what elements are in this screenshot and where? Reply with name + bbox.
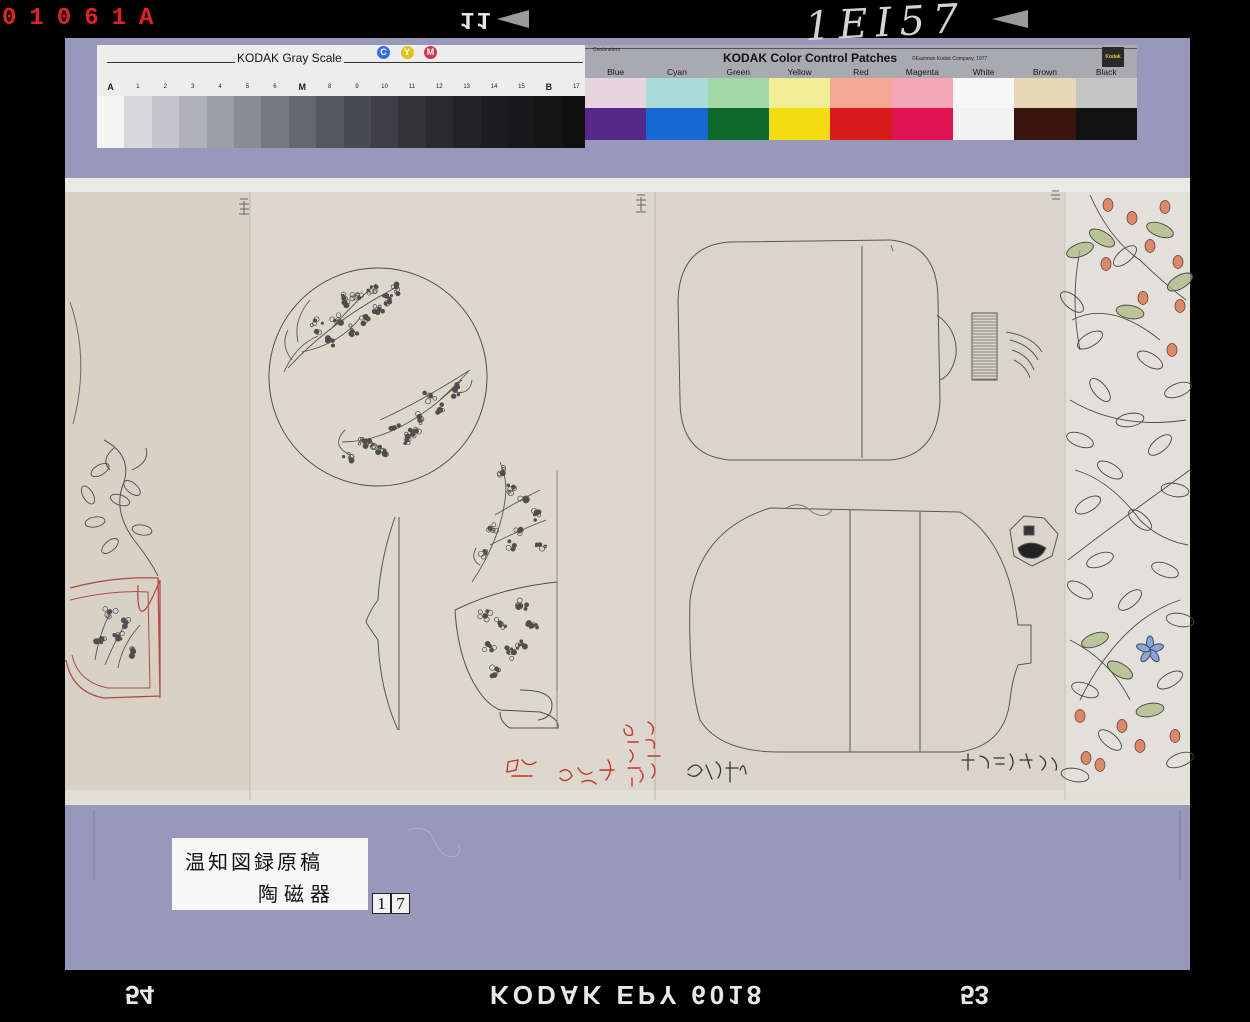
color-tint-white — [952, 78, 1015, 108]
manuscript-paper — [65, 178, 1190, 805]
gray-step-17 — [562, 96, 585, 148]
cym-m-marker: M — [424, 46, 437, 59]
color-solid-blue — [585, 108, 647, 140]
color-tint-black — [1075, 78, 1137, 108]
gray-scale-title: KODAK Gray Scale — [235, 51, 344, 65]
gray-step-8 — [316, 96, 344, 148]
kodak-gray-scale: KODAK Gray Scale CYM A 1 2 3 4 5 6 M 8 9 10 11 12 13 1… — [97, 45, 585, 148]
color-solid-cyan — [646, 108, 708, 140]
color-label-magenta: Magenta — [905, 67, 939, 77]
gray-step-14 — [480, 96, 509, 148]
catalog-category: 陶磁器 — [258, 882, 336, 906]
gray-step-label: 15 — [518, 84, 525, 90]
gray-step-5 — [234, 96, 262, 148]
color-label-black: Black — [1095, 67, 1117, 77]
catalog-title: 温知図録原稿 — [185, 850, 323, 874]
gray-step-m — [288, 96, 317, 148]
gray-step-label: 9 — [355, 84, 359, 90]
film-type-label: KODAK EPY 6018 — [490, 980, 766, 1010]
color-tint-brown — [1014, 78, 1076, 108]
gray-step-label: 6 — [273, 84, 277, 90]
color-label-brown: Brown — [1032, 67, 1057, 77]
catalog-label-card: 温知図録原稿 陶磁器 — [172, 838, 368, 910]
color-solid-black — [1075, 108, 1137, 140]
gray-step-13 — [453, 96, 481, 148]
color-tint-blue — [585, 78, 647, 108]
color-tint-yellow — [768, 78, 831, 108]
gray-step-label: 10 — [381, 84, 388, 90]
plate-number-digit-2: 7 — [391, 893, 410, 914]
handwritten-film-label: 1EI57 — [803, 0, 968, 51]
gray-step-label: 5 — [245, 84, 250, 90]
gray-step-label: 11 — [408, 84, 415, 90]
color-solid-white — [952, 108, 1015, 140]
gray-step-label: 17 — [572, 84, 580, 90]
color-tint-red — [830, 78, 892, 108]
gray-scale-steps — [97, 96, 585, 148]
color-solid-magenta — [891, 108, 953, 140]
gray-step-12 — [425, 96, 454, 148]
gray-step-2 — [151, 96, 180, 148]
color-patch-columns: Blue Cyan Green Yellow Red Magenta White Brown B… — [585, 45, 1137, 140]
gray-step-label: 1 — [136, 84, 140, 90]
color-label-blue: Blue — [607, 67, 625, 77]
cym-y-marker: Y — [400, 46, 414, 59]
gray-step-9 — [343, 96, 372, 148]
gray-step-label: 3 — [191, 84, 195, 90]
color-tint-magenta — [891, 78, 953, 108]
cym-c-marker: C — [377, 46, 390, 59]
gray-step-6 — [261, 96, 289, 148]
frame-arrow-icon-right — [992, 10, 1028, 28]
color-tint-green — [707, 78, 769, 108]
paper-panel-right — [655, 178, 1065, 805]
color-label-yellow: Yellow — [787, 67, 812, 77]
color-solid-green — [707, 108, 769, 140]
gray-step-10 — [371, 96, 399, 148]
film-edge-code: 01061A — [2, 5, 167, 32]
film-frame-54: 54 — [125, 980, 154, 1010]
gray-step-a — [97, 96, 125, 148]
gray-step-label: 13 — [463, 84, 471, 90]
color-solid-red — [830, 108, 892, 140]
paper-panel-left — [65, 178, 250, 805]
frame-arrow-icon — [497, 10, 529, 28]
gray-step-3 — [179, 96, 207, 148]
color-label-red: Red — [853, 67, 869, 77]
gray-step-b — [535, 96, 563, 148]
gray-step-label: 14 — [490, 84, 498, 90]
gray-scale-labels: A 1 2 3 4 5 6 M 8 9 10 11 12 13 14 15 B 17 — [97, 82, 585, 94]
color-tint-cyan — [646, 78, 708, 108]
gray-step-label: 2 — [163, 84, 167, 90]
paper-panel-middle — [250, 178, 655, 805]
gray-step-label: 4 — [218, 84, 222, 90]
paper-top-edge — [65, 178, 1190, 192]
color-solid-brown — [1014, 108, 1076, 140]
color-label-cyan: Cyan — [667, 67, 687, 77]
paper-panel-botanical — [1065, 178, 1190, 805]
color-solid-yellow — [768, 108, 831, 140]
gray-scale-rule — [107, 62, 583, 63]
gray-step-label: B — [545, 82, 553, 92]
gray-step-label: M — [298, 82, 307, 92]
gray-step-label: A — [107, 82, 114, 92]
paper-bottom-edge — [65, 790, 1190, 805]
gray-step-label: 12 — [435, 84, 443, 90]
gray-step-4 — [206, 96, 235, 148]
gray-step-15 — [508, 96, 536, 148]
color-label-white: White — [972, 67, 995, 77]
gray-step-1 — [124, 96, 152, 148]
cym-markers: CYM — [377, 45, 447, 61]
film-frame-number: 11 — [460, 5, 493, 32]
plate-number-digit-1: 1 — [372, 893, 391, 914]
gray-step-label: 8 — [328, 84, 332, 90]
kodak-color-patches: Centimeters KODAK Color Control Patches … — [585, 45, 1137, 140]
gray-step-11 — [398, 96, 426, 148]
film-frame-53: 53 — [960, 980, 989, 1010]
color-label-green: Green — [726, 67, 751, 77]
